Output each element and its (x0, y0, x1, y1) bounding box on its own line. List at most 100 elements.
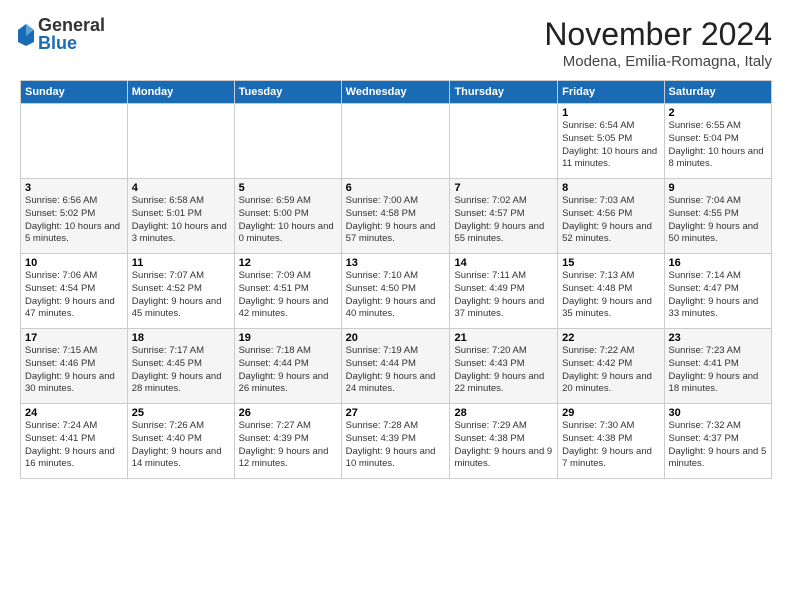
day-number: 16 (669, 257, 767, 269)
calendar-header-monday: Monday (127, 81, 234, 104)
day-info: Sunrise: 7:10 AMSunset: 4:50 PMDaylight:… (346, 270, 436, 319)
calendar-cell: 23Sunrise: 7:23 AMSunset: 4:41 PMDayligh… (664, 329, 771, 404)
day-number: 21 (454, 332, 553, 344)
day-number: 11 (132, 257, 230, 269)
header: General Blue November 2024 Modena, Emili… (20, 16, 772, 70)
day-info: Sunrise: 7:18 AMSunset: 4:44 PMDaylight:… (239, 345, 329, 394)
page: General Blue November 2024 Modena, Emili… (0, 0, 792, 612)
calendar-cell: 14Sunrise: 7:11 AMSunset: 4:49 PMDayligh… (450, 254, 558, 329)
calendar-cell: 25Sunrise: 7:26 AMSunset: 4:40 PMDayligh… (127, 404, 234, 479)
day-info: Sunrise: 7:15 AMSunset: 4:46 PMDaylight:… (25, 345, 115, 394)
calendar-cell: 13Sunrise: 7:10 AMSunset: 4:50 PMDayligh… (341, 254, 450, 329)
day-info: Sunrise: 7:04 AMSunset: 4:55 PMDaylight:… (669, 195, 759, 244)
day-number: 8 (562, 182, 659, 194)
day-number: 10 (25, 257, 123, 269)
day-info: Sunrise: 7:02 AMSunset: 4:57 PMDaylight:… (454, 195, 544, 244)
day-info: Sunrise: 7:27 AMSunset: 4:39 PMDaylight:… (239, 420, 329, 469)
calendar-cell (450, 104, 558, 179)
day-info: Sunrise: 6:55 AMSunset: 5:04 PMDaylight:… (669, 120, 764, 169)
calendar-week-row: 10Sunrise: 7:06 AMSunset: 4:54 PMDayligh… (21, 254, 772, 329)
logo-blue: Blue (38, 34, 105, 52)
day-info: Sunrise: 7:00 AMSunset: 4:58 PMDaylight:… (346, 195, 436, 244)
title-block: November 2024 Modena, Emilia-Romagna, It… (544, 16, 772, 70)
day-info: Sunrise: 7:26 AMSunset: 4:40 PMDaylight:… (132, 420, 222, 469)
calendar-cell: 6Sunrise: 7:00 AMSunset: 4:58 PMDaylight… (341, 179, 450, 254)
day-info: Sunrise: 7:11 AMSunset: 4:49 PMDaylight:… (454, 270, 544, 319)
calendar-cell: 9Sunrise: 7:04 AMSunset: 4:55 PMDaylight… (664, 179, 771, 254)
calendar-cell: 12Sunrise: 7:09 AMSunset: 4:51 PMDayligh… (234, 254, 341, 329)
day-number: 2 (669, 107, 767, 119)
day-number: 27 (346, 407, 446, 419)
day-number: 13 (346, 257, 446, 269)
calendar-cell: 5Sunrise: 6:59 AMSunset: 5:00 PMDaylight… (234, 179, 341, 254)
calendar-cell: 2Sunrise: 6:55 AMSunset: 5:04 PMDaylight… (664, 104, 771, 179)
day-number: 19 (239, 332, 337, 344)
logo-general: General (38, 16, 105, 34)
day-info: Sunrise: 6:54 AMSunset: 5:05 PMDaylight:… (562, 120, 657, 169)
day-number: 25 (132, 407, 230, 419)
day-info: Sunrise: 7:22 AMSunset: 4:42 PMDaylight:… (562, 345, 652, 394)
day-info: Sunrise: 7:32 AMSunset: 4:37 PMDaylight:… (669, 420, 767, 469)
day-number: 1 (562, 107, 659, 119)
day-number: 15 (562, 257, 659, 269)
day-number: 7 (454, 182, 553, 194)
day-info: Sunrise: 7:17 AMSunset: 4:45 PMDaylight:… (132, 345, 222, 394)
calendar-header-tuesday: Tuesday (234, 81, 341, 104)
day-info: Sunrise: 7:13 AMSunset: 4:48 PMDaylight:… (562, 270, 652, 319)
calendar-cell: 18Sunrise: 7:17 AMSunset: 4:45 PMDayligh… (127, 329, 234, 404)
day-number: 6 (346, 182, 446, 194)
day-info: Sunrise: 7:28 AMSunset: 4:39 PMDaylight:… (346, 420, 436, 469)
day-number: 17 (25, 332, 123, 344)
day-info: Sunrise: 7:24 AMSunset: 4:41 PMDaylight:… (25, 420, 115, 469)
calendar-week-row: 24Sunrise: 7:24 AMSunset: 4:41 PMDayligh… (21, 404, 772, 479)
day-number: 12 (239, 257, 337, 269)
calendar-cell (127, 104, 234, 179)
calendar-cell: 20Sunrise: 7:19 AMSunset: 4:44 PMDayligh… (341, 329, 450, 404)
calendar-cell (21, 104, 128, 179)
day-number: 26 (239, 407, 337, 419)
day-number: 28 (454, 407, 553, 419)
calendar-cell: 26Sunrise: 7:27 AMSunset: 4:39 PMDayligh… (234, 404, 341, 479)
calendar-cell: 29Sunrise: 7:30 AMSunset: 4:38 PMDayligh… (558, 404, 664, 479)
logo-icon (16, 22, 36, 46)
calendar-cell: 28Sunrise: 7:29 AMSunset: 4:38 PMDayligh… (450, 404, 558, 479)
calendar-header-thursday: Thursday (450, 81, 558, 104)
calendar-cell: 30Sunrise: 7:32 AMSunset: 4:37 PMDayligh… (664, 404, 771, 479)
day-info: Sunrise: 7:09 AMSunset: 4:51 PMDaylight:… (239, 270, 329, 319)
calendar-cell: 10Sunrise: 7:06 AMSunset: 4:54 PMDayligh… (21, 254, 128, 329)
day-number: 5 (239, 182, 337, 194)
day-number: 29 (562, 407, 659, 419)
day-info: Sunrise: 7:30 AMSunset: 4:38 PMDaylight:… (562, 420, 652, 469)
logo: General Blue (20, 16, 105, 52)
calendar-cell: 16Sunrise: 7:14 AMSunset: 4:47 PMDayligh… (664, 254, 771, 329)
day-info: Sunrise: 6:58 AMSunset: 5:01 PMDaylight:… (132, 195, 227, 244)
logo-text: General Blue (38, 16, 105, 52)
day-number: 9 (669, 182, 767, 194)
calendar-cell: 27Sunrise: 7:28 AMSunset: 4:39 PMDayligh… (341, 404, 450, 479)
day-number: 14 (454, 257, 553, 269)
day-info: Sunrise: 6:56 AMSunset: 5:02 PMDaylight:… (25, 195, 120, 244)
calendar-cell: 8Sunrise: 7:03 AMSunset: 4:56 PMDaylight… (558, 179, 664, 254)
calendar-cell: 1Sunrise: 6:54 AMSunset: 5:05 PMDaylight… (558, 104, 664, 179)
calendar-cell: 22Sunrise: 7:22 AMSunset: 4:42 PMDayligh… (558, 329, 664, 404)
calendar-cell (234, 104, 341, 179)
calendar-table: SundayMondayTuesdayWednesdayThursdayFrid… (20, 80, 772, 479)
calendar-header-saturday: Saturday (664, 81, 771, 104)
day-number: 3 (25, 182, 123, 194)
calendar-header-friday: Friday (558, 81, 664, 104)
day-number: 23 (669, 332, 767, 344)
day-info: Sunrise: 7:14 AMSunset: 4:47 PMDaylight:… (669, 270, 759, 319)
calendar-cell: 15Sunrise: 7:13 AMSunset: 4:48 PMDayligh… (558, 254, 664, 329)
day-info: Sunrise: 7:23 AMSunset: 4:41 PMDaylight:… (669, 345, 759, 394)
calendar-cell: 3Sunrise: 6:56 AMSunset: 5:02 PMDaylight… (21, 179, 128, 254)
day-info: Sunrise: 7:06 AMSunset: 4:54 PMDaylight:… (25, 270, 115, 319)
calendar-week-row: 17Sunrise: 7:15 AMSunset: 4:46 PMDayligh… (21, 329, 772, 404)
calendar-week-row: 1Sunrise: 6:54 AMSunset: 5:05 PMDaylight… (21, 104, 772, 179)
calendar-cell: 4Sunrise: 6:58 AMSunset: 5:01 PMDaylight… (127, 179, 234, 254)
calendar-cell: 17Sunrise: 7:15 AMSunset: 4:46 PMDayligh… (21, 329, 128, 404)
calendar-cell (341, 104, 450, 179)
day-number: 30 (669, 407, 767, 419)
day-info: Sunrise: 7:19 AMSunset: 4:44 PMDaylight:… (346, 345, 436, 394)
day-info: Sunrise: 7:03 AMSunset: 4:56 PMDaylight:… (562, 195, 652, 244)
calendar-cell: 21Sunrise: 7:20 AMSunset: 4:43 PMDayligh… (450, 329, 558, 404)
